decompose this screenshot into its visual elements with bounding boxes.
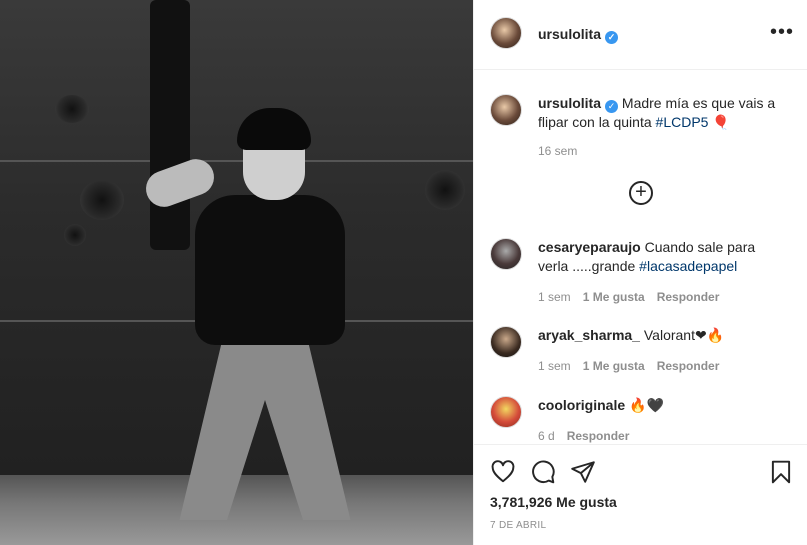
comment-avatar[interactable] (490, 326, 522, 358)
post-side-panel: ursulolita ✓ ••• ursulolita ✓ Madre mía es… (473, 0, 807, 545)
comment-likes[interactable]: 1 Me gusta (583, 290, 645, 304)
comment-avatar[interactable] (490, 238, 522, 270)
comment-body: Valorant (643, 327, 695, 343)
comment-text: cooloriginale 🔥🖤 (538, 396, 788, 415)
bookmark-icon[interactable] (768, 459, 794, 485)
bullet-hole (55, 95, 89, 123)
comment-meta: 1 sem 1 Me gusta Responder (538, 359, 731, 373)
rifle (150, 0, 190, 250)
caption-avatar[interactable] (490, 94, 522, 126)
comment-username[interactable]: cesaryeparaujo (538, 239, 641, 255)
heart-icon[interactable] (490, 459, 516, 485)
post-photo[interactable] (0, 0, 473, 545)
comment-hashtag[interactable]: #lacasadepapel (639, 258, 737, 274)
comment-icon[interactable] (530, 459, 556, 485)
plus-circle-icon[interactable]: + (629, 181, 653, 205)
comment-time[interactable]: 1 sem (538, 359, 571, 373)
bullet-hole (64, 224, 86, 246)
wall-seam (0, 160, 473, 162)
caption-hashtag[interactable]: #LCDP5 (656, 114, 709, 130)
verified-icon: ✓ (605, 100, 619, 113)
bullet-hole (425, 170, 465, 210)
like-count[interactable]: 3,781,926 Me gusta (490, 494, 617, 510)
post-date[interactable]: 7 DE ABRIL (490, 520, 546, 531)
figure-hair (237, 108, 311, 150)
more-icon[interactable]: ••• (770, 22, 794, 42)
comment-text: aryak_sharma_ Valorant❤🔥 (538, 326, 788, 345)
comment-username[interactable]: cooloriginale (538, 397, 625, 413)
post-header: ursulolita ✓ ••• (474, 0, 807, 70)
share-icon[interactable] (570, 459, 596, 485)
comment-meta: 1 sem 1 Me gusta Responder (538, 290, 731, 304)
author-avatar[interactable] (490, 17, 522, 49)
post-actions: 3,781,926 Me gusta 7 DE ABRIL (474, 444, 807, 545)
caption-timestamp[interactable]: 16 sem (538, 144, 577, 158)
heart-fire-emoji: ❤🔥 (694, 327, 725, 343)
comment-time[interactable]: 1 sem (538, 290, 571, 304)
verified-icon: ✓ (605, 31, 619, 44)
author-username[interactable]: ursulolita ✓ (538, 26, 619, 44)
balloon-emoji: 🎈 (712, 114, 730, 130)
comment-username[interactable]: aryak_sharma_ (538, 327, 640, 343)
figure-body (195, 195, 345, 345)
caption-username[interactable]: ursulolita (538, 95, 601, 111)
reply-button[interactable]: Responder (567, 429, 630, 443)
caption-text: ursulolita ✓ Madre mía es que vais a flip… (538, 94, 788, 132)
bullet-hole (80, 180, 124, 220)
comment-likes[interactable]: 1 Me gusta (583, 359, 645, 373)
comment-text: cesaryeparaujo Cuando sale para verla ..… (538, 238, 788, 276)
author-username-text[interactable]: ursulolita (538, 26, 601, 42)
comment-avatar[interactable] (490, 396, 522, 428)
fire-heart-emoji: 🔥🖤 (629, 397, 664, 413)
reply-button[interactable]: Responder (657, 290, 720, 304)
comment-meta: 6 d Responder (538, 429, 641, 443)
reply-button[interactable]: Responder (657, 359, 720, 373)
comment-time[interactable]: 6 d (538, 429, 555, 443)
